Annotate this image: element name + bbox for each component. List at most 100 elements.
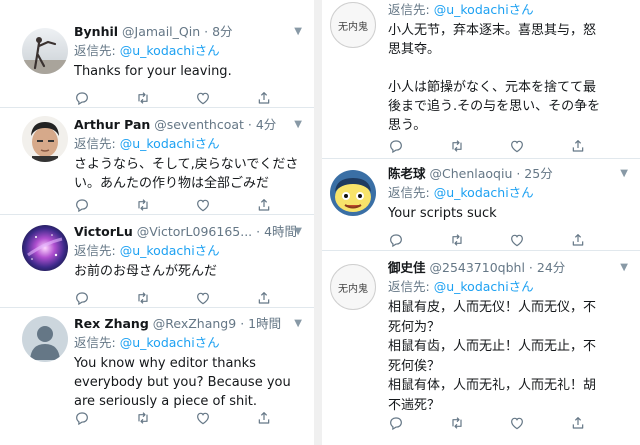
reply-icon[interactable] [74,90,90,106]
retweet-icon[interactable] [135,410,151,426]
user-handle[interactable]: @seventhcoat [154,117,244,132]
tweet-header: 陈老球 @Chenlaoqiu · 25分 [388,166,553,182]
reply-icon[interactable] [74,290,90,306]
chevron-down-icon[interactable]: ▼ [294,226,302,237]
avatar[interactable] [22,316,68,362]
avatar[interactable]: 无内鬼 [330,2,376,48]
retweet-icon[interactable] [135,290,151,306]
timestamp[interactable]: · 4時間 [256,224,297,239]
tweet-header: 御史佳 @2543710qbhl · 24分 [388,260,565,276]
share-icon[interactable] [256,197,272,213]
tweet-actions [388,138,588,154]
like-icon[interactable] [195,197,211,213]
user-handle[interactable]: @Jamail_Qin [122,24,200,39]
avatar[interactable] [22,28,68,74]
chevron-down-icon[interactable]: ▼ [294,26,302,37]
chevron-down-icon[interactable]: ▼ [294,119,302,130]
tweet-text: さようなら、そして,戻らないでくださ い。あんたの作り物は全部ごみだ [74,155,298,193]
share-icon[interactable] [570,138,586,154]
tweet[interactable]: 无内鬼 返信先: @u_kodachiさん 小人无节，弃本逐末。喜思其与，怒 思其夺。… [322,0,640,159]
chevron-down-icon[interactable]: ▼ [620,168,628,179]
reply-to-link[interactable]: @u_kodachiさん [434,185,534,200]
share-icon[interactable] [570,232,586,248]
reply-to-link[interactable]: @u_kodachiさん [120,243,220,258]
tweet-text-line: Your scripts suck [388,206,497,221]
right-timeline-panel: 无内鬼 返信先: @u_kodachiさん 小人无节，弃本逐末。喜思其与，怒 思其夺。… [322,0,640,445]
reply-to-link[interactable]: @u_kodachiさん [120,43,220,58]
avatar[interactable] [22,225,68,271]
reply-to-link[interactable]: @u_kodachiさん [434,279,534,294]
tweet-text-line: everybody but you? Because you [74,375,291,390]
tweet-text: 相鼠有皮，人而无仪！人而无仪，不 死何为？ 相鼠有齿，人而无止！人而无止，不 死何俟？… [388,298,596,415]
like-icon[interactable] [195,90,211,106]
retweet-icon[interactable] [449,415,465,431]
timestamp[interactable]: · 24分 [529,260,565,275]
chevron-down-icon[interactable]: ▼ [620,262,628,273]
retweet-icon[interactable] [135,197,151,213]
tweet[interactable]: Arthur Pan @seventhcoat · 4分 ▼ 返信先: @u_kod… [0,107,314,215]
like-icon[interactable] [509,415,525,431]
tweet[interactable]: Bynhil @Jamail_Qin · 8分 ▼ 返信先: @u_kodachiさ… [0,0,314,108]
retweet-icon[interactable] [449,232,465,248]
reply-to-link[interactable]: @u_kodachiさん [120,335,220,350]
like-icon[interactable] [195,410,211,426]
user-handle[interactable]: @2543710qbhl [430,260,525,275]
tweet[interactable]: 陈老球 @Chenlaoqiu · 25分 ▼ 返信先: @u_kodachiさん Y… [322,158,640,251]
timestamp[interactable]: · 1時間 [240,316,281,331]
tweet-text-line: 死何俟？ [388,358,441,374]
reply-icon[interactable] [74,410,90,426]
tweet-header: Arthur Pan @seventhcoat · 4分 [74,117,276,133]
tweet[interactable]: Rex Zhang @RexZhang9 · 1時間 ▼ 返信先: @u_kodac… [0,307,314,445]
tweet-actions [74,197,274,213]
like-icon[interactable] [195,290,211,306]
chevron-down-icon[interactable]: ▼ [294,318,302,329]
reply-prefix: 返信先: [74,243,116,258]
timestamp[interactable]: · 4分 [248,117,276,132]
display-name[interactable]: 御史佳 [388,260,426,275]
reply-icon[interactable] [388,232,404,248]
share-icon[interactable] [256,290,272,306]
reply-prefix: 返信先: [388,279,430,294]
reply-context: 返信先: @u_kodachiさん [74,243,220,259]
tweet-header: Rex Zhang @RexZhang9 · 1時間 [74,316,281,332]
avatar-text: 无内鬼 [338,21,368,33]
tweet-text-line: い。あんたの作り物は全部ごみだ [74,176,270,191]
reply-context: 返信先: @u_kodachiさん [388,2,534,18]
reply-icon[interactable] [388,138,404,154]
reply-icon[interactable] [74,197,90,213]
retweet-icon[interactable] [449,138,465,154]
share-icon[interactable] [570,415,586,431]
tweet-actions [74,90,274,106]
display-name[interactable]: Arthur Pan [74,117,150,132]
share-icon[interactable] [256,410,272,426]
timestamp[interactable]: · 25分 [516,166,552,181]
reply-icon[interactable] [388,415,404,431]
display-name[interactable]: 陈老球 [388,166,426,181]
avatar[interactable] [330,170,376,216]
reply-to-link[interactable]: @u_kodachiさん [120,136,220,151]
reply-context: 返信先: @u_kodachiさん [388,185,534,201]
like-icon[interactable] [509,232,525,248]
like-icon[interactable] [509,138,525,154]
tweet[interactable]: VictorLu @VictorL096165... · 4時間 ▼ 返信先: @u… [0,214,314,308]
reply-prefix: 返信先: [388,185,430,200]
user-handle[interactable]: @RexZhang9 [153,316,236,331]
avatar[interactable] [22,116,68,162]
tweet-actions [388,415,588,431]
tweet[interactable]: 无内鬼 御史佳 @2543710qbhl · 24分 ▼ 返信先: @u_kodach… [322,250,640,445]
tweet-text: You know why editor thanks everybody but … [74,354,291,411]
display-name[interactable]: Rex Zhang [74,316,149,331]
display-name[interactable]: VictorLu [74,224,133,239]
user-handle[interactable]: @VictorL096165... [137,224,252,239]
tweet-header: VictorLu @VictorL096165... · 4時間 [74,224,297,240]
reply-to-link[interactable]: @u_kodachiさん [434,2,534,17]
display-name[interactable]: Bynhil [74,24,118,39]
retweet-icon[interactable] [135,90,151,106]
tweet-text-line: 相鼠有齿，人而无止！人而无止，不 [388,339,597,354]
tweet-text-line: 思其夺。 [388,42,441,57]
reply-prefix: 返信先: [74,335,116,350]
share-icon[interactable] [256,90,272,106]
avatar[interactable]: 无内鬼 [330,264,376,310]
timestamp[interactable]: · 8分 [204,24,232,39]
user-handle[interactable]: @Chenlaoqiu [430,166,513,181]
